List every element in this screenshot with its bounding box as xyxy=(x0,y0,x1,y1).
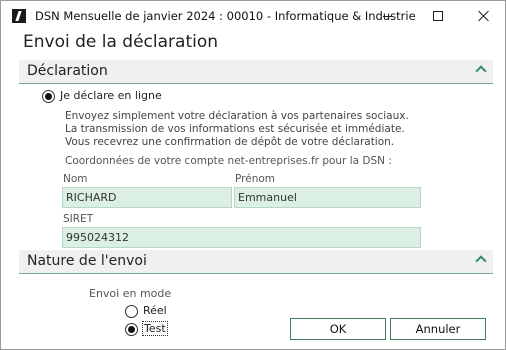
window-title: DSN Mensuelle de janvier 2024 : 00010 - … xyxy=(35,9,416,23)
mode-test-radio[interactable] xyxy=(125,323,138,336)
nom-field[interactable]: RICHARD xyxy=(62,187,232,208)
page-title: Envoi de la déclaration xyxy=(23,32,219,52)
declaration-info-text: Envoyez simplement votre déclaration à v… xyxy=(65,110,409,148)
ok-button[interactable]: OK xyxy=(290,318,386,340)
minimize-icon xyxy=(383,15,393,17)
app-logo-icon xyxy=(12,9,26,23)
nature-section-header[interactable]: Nature de l'envoi xyxy=(19,250,493,274)
maximize-icon xyxy=(433,11,443,21)
prenom-label: Prénom xyxy=(235,173,276,185)
chevron-up-icon[interactable] xyxy=(475,255,487,267)
declaration-section-title: Déclaration xyxy=(27,63,108,79)
title-bar[interactable]: DSN Mensuelle de janvier 2024 : 00010 - … xyxy=(1,1,505,31)
mode-test-label[interactable]: Test xyxy=(142,321,168,336)
declare-online-label[interactable]: Je déclare en ligne xyxy=(60,89,162,102)
nom-label: Nom xyxy=(63,173,88,185)
coords-label: Coordonnées de votre compte net-entrepri… xyxy=(65,155,392,167)
siret-label: SIRET xyxy=(63,213,94,225)
nature-section-title: Nature de l'envoi xyxy=(27,253,147,269)
minimize-button[interactable] xyxy=(365,1,411,31)
mode-label: Envoi en mode xyxy=(89,287,172,300)
prenom-field[interactable]: Emmanuel xyxy=(234,187,421,208)
dialog-window: DSN Mensuelle de janvier 2024 : 00010 - … xyxy=(0,0,506,350)
close-button[interactable] xyxy=(461,1,506,31)
mode-test-text: Test xyxy=(142,321,168,336)
cancel-button[interactable]: Annuler xyxy=(390,318,486,340)
maximize-button[interactable] xyxy=(415,1,461,31)
mode-reel-radio[interactable] xyxy=(125,305,138,318)
close-icon xyxy=(478,10,490,22)
declare-online-radio[interactable] xyxy=(42,90,55,103)
siret-field[interactable]: 995024312 xyxy=(62,227,421,248)
mode-reel-label[interactable]: Réel xyxy=(143,304,167,317)
chevron-up-icon[interactable] xyxy=(475,65,487,77)
declaration-section-header[interactable]: Déclaration xyxy=(19,60,493,84)
